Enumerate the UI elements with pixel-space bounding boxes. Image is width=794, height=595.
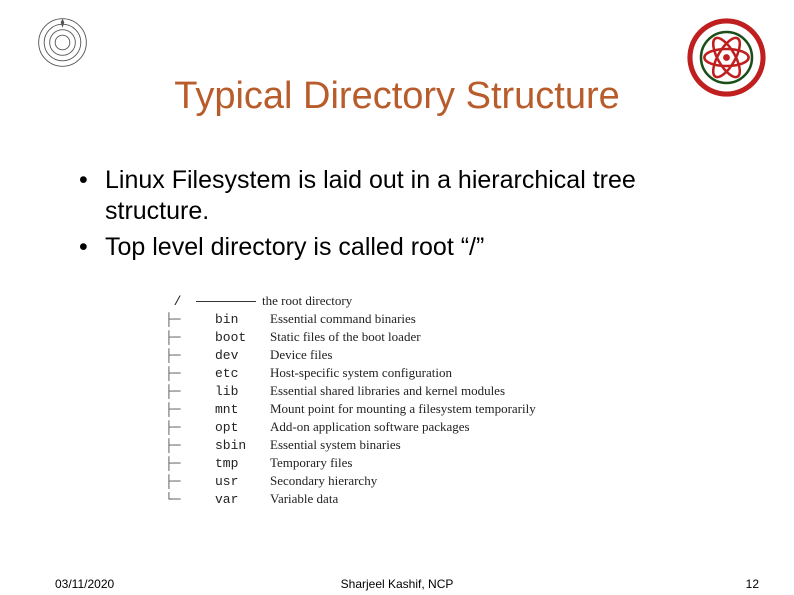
dir-desc: Secondary hierarchy xyxy=(270,473,377,489)
dir-desc: Host-specific system configuration xyxy=(270,365,452,381)
dir-desc: Essential system binaries xyxy=(270,437,401,453)
dir-desc: Temporary files xyxy=(270,455,352,471)
bullet-item: Top level directory is called root “/” xyxy=(75,232,744,263)
tree-row: ├─ lib Essential shared libraries and ke… xyxy=(165,382,536,400)
dir-name: sbin xyxy=(215,438,270,453)
dir-desc: Essential shared libraries and kernel mo… xyxy=(270,383,505,399)
bullet-item: Linux Filesystem is laid out in a hierar… xyxy=(75,165,744,228)
footer-page-number: 12 xyxy=(746,577,759,591)
dir-desc: Variable data xyxy=(270,491,338,507)
tree-row: ├─ opt Add-on application software packa… xyxy=(165,418,536,436)
dir-name: bin xyxy=(215,312,270,327)
dir-desc: Add-on application software packages xyxy=(270,419,470,435)
dir-name: mnt xyxy=(215,402,270,417)
tree-root-connector xyxy=(196,301,256,302)
tree-row: ├─ sbin Essential system binaries xyxy=(165,436,536,454)
tree-row: ├─ boot Static files of the boot loader xyxy=(165,328,536,346)
dir-name: opt xyxy=(215,420,270,435)
dir-desc: Mount point for mounting a filesystem te… xyxy=(270,401,536,417)
tree-row: ├─ usr Secondary hierarchy xyxy=(165,472,536,490)
dir-name: etc xyxy=(215,366,270,381)
institution-logo xyxy=(35,15,90,70)
dir-desc: Essential command binaries xyxy=(270,311,416,327)
slide-title: Typical Directory Structure xyxy=(0,75,794,118)
tree-root-symbol: / xyxy=(165,294,190,309)
dir-name: lib xyxy=(215,384,270,399)
tree-row: ├─ bin Essential command binaries xyxy=(165,310,536,328)
dir-name: dev xyxy=(215,348,270,363)
footer-author: Sharjeel Kashif, NCP xyxy=(0,577,794,591)
dir-name: tmp xyxy=(215,456,270,471)
dir-desc: Static files of the boot loader xyxy=(270,329,421,345)
tree-row: ├─ dev Device files xyxy=(165,346,536,364)
tree-row: ├─ etc Host-specific system configuratio… xyxy=(165,364,536,382)
tree-row: ├─ mnt Mount point for mounting a filesy… xyxy=(165,400,536,418)
tree-row: └─ var Variable data xyxy=(165,490,536,508)
tree-root-row: / the root directory xyxy=(165,292,536,310)
dir-name: usr xyxy=(215,474,270,489)
dir-name: var xyxy=(215,492,270,507)
tree-root-desc: the root directory xyxy=(262,293,352,309)
directory-tree: / the root directory ├─ bin Essential co… xyxy=(165,292,536,508)
bullet-list: Linux Filesystem is laid out in a hierar… xyxy=(75,165,744,267)
tree-row: ├─ tmp Temporary files xyxy=(165,454,536,472)
dir-desc: Device files xyxy=(270,347,332,363)
dir-name: boot xyxy=(215,330,270,345)
